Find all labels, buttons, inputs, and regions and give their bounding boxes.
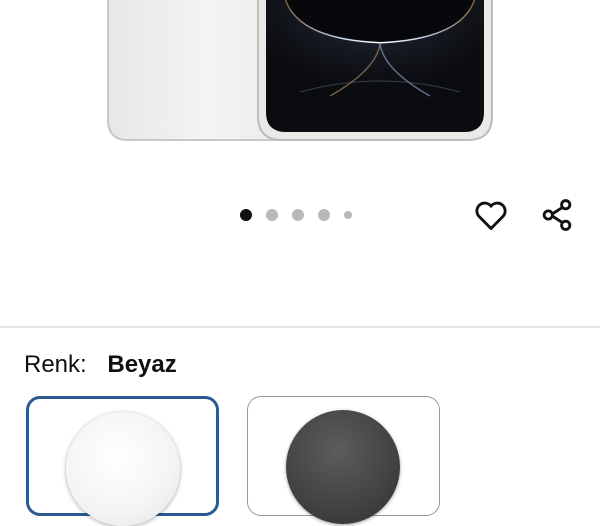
section-divider bbox=[0, 326, 600, 328]
selected-color-value: Beyaz bbox=[107, 351, 177, 378]
dark-color-circle bbox=[286, 410, 400, 524]
color-swatch-dark[interactable] bbox=[247, 396, 440, 524]
carousel-dot-5[interactable] bbox=[344, 211, 352, 219]
carousel-dot-2[interactable] bbox=[266, 209, 278, 221]
white-color-circle bbox=[66, 412, 180, 526]
color-label: Renk: bbox=[24, 351, 87, 378]
carousel-dots bbox=[240, 207, 366, 223]
color-swatch-white[interactable] bbox=[26, 396, 219, 526]
carousel-dot-1[interactable] bbox=[240, 209, 252, 221]
product-image[interactable] bbox=[0, 0, 600, 160]
share-button[interactable] bbox=[538, 196, 576, 234]
share-icon bbox=[542, 199, 572, 231]
heart-outline-icon bbox=[475, 201, 507, 230]
wishlist-button[interactable] bbox=[472, 196, 510, 234]
carousel-dot-3[interactable] bbox=[292, 209, 304, 221]
phone-illustration bbox=[107, 0, 493, 141]
carousel-dot-4[interactable] bbox=[318, 209, 330, 221]
color-selection-label: Renk: Beyaz bbox=[24, 351, 177, 379]
